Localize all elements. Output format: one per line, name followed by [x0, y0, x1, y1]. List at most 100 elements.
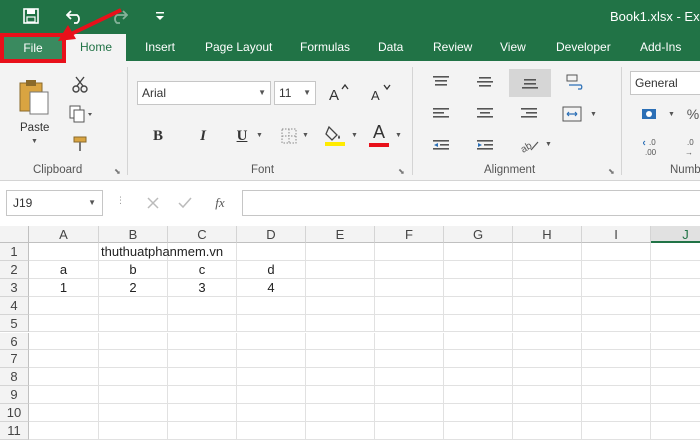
tab-developer[interactable]: Developer — [556, 34, 611, 61]
cell-d10[interactable] — [237, 404, 306, 422]
row-header-7[interactable]: 7 — [0, 350, 29, 369]
cell-f2[interactable] — [375, 260, 444, 279]
cell-d7[interactable] — [237, 350, 306, 369]
cell-e7[interactable] — [306, 350, 375, 369]
cell-h5[interactable] — [513, 314, 582, 333]
column-header-d[interactable]: D — [237, 226, 306, 243]
cell-a9[interactable] — [29, 386, 99, 405]
fill-color-icon[interactable] — [322, 121, 348, 149]
cell-j8[interactable] — [651, 368, 700, 387]
column-header-h[interactable]: H — [513, 226, 582, 243]
underline-button[interactable]: U — [232, 124, 252, 148]
cell-f9[interactable] — [375, 386, 444, 405]
undo-icon[interactable] — [64, 5, 86, 27]
cell-i1[interactable] — [582, 243, 651, 261]
column-header-i[interactable]: I — [582, 226, 651, 243]
cell-a1[interactable] — [29, 243, 99, 261]
cell-h2[interactable] — [513, 260, 582, 279]
cell-j3[interactable] — [651, 279, 700, 297]
cell-g4[interactable] — [444, 296, 513, 315]
paste-label[interactable]: Paste — [20, 122, 49, 134]
cell-e5[interactable] — [306, 314, 375, 333]
font-size-combo[interactable]: 11 ▼ — [274, 81, 316, 105]
underline-dropdown-icon[interactable]: ▼ — [256, 132, 263, 139]
cell-g9[interactable] — [444, 386, 513, 405]
align-right-icon[interactable] — [516, 103, 542, 125]
tab-view[interactable]: View — [500, 34, 526, 61]
accounting-dropdown-icon[interactable]: ▼ — [668, 111, 675, 118]
cell-j6[interactable] — [651, 333, 700, 351]
cell-b3[interactable]: 2 — [99, 278, 168, 297]
row-header-4[interactable]: 4 — [0, 296, 29, 315]
cell-g7[interactable] — [444, 350, 513, 369]
cancel-icon[interactable] — [142, 192, 164, 214]
column-header-f[interactable]: F — [375, 226, 444, 243]
cell-e10[interactable] — [306, 404, 375, 422]
cell-h6[interactable] — [513, 332, 582, 351]
cell-a4[interactable] — [29, 296, 99, 315]
italic-button[interactable]: I — [193, 124, 213, 148]
name-box[interactable]: J19 ▼ — [6, 190, 103, 216]
column-header-b[interactable]: B — [99, 226, 168, 243]
cell-c3[interactable]: 3 — [168, 278, 237, 297]
cell-f10[interactable] — [375, 404, 444, 422]
resize-handle-icon[interactable]: ⋮ — [116, 195, 125, 206]
column-header-g[interactable]: G — [444, 226, 513, 243]
cell-a5[interactable] — [29, 314, 99, 333]
wrap-text-icon[interactable] — [563, 71, 589, 93]
fill-color-dropdown-icon[interactable]: ▼ — [351, 132, 358, 139]
cell-d11[interactable] — [237, 422, 306, 440]
row-header-9[interactable]: 9 — [0, 386, 29, 405]
cell-e9[interactable] — [306, 386, 375, 405]
cell-i6[interactable] — [582, 332, 651, 351]
tab-page-layout[interactable]: Page Layout — [205, 34, 272, 61]
cell-a11[interactable] — [29, 422, 99, 440]
column-header-e[interactable]: E — [306, 226, 375, 243]
cell-d1[interactable] — [237, 243, 306, 261]
cell-b2[interactable]: b — [99, 260, 168, 279]
cell-a6[interactable] — [29, 332, 99, 351]
cell-c8[interactable] — [168, 368, 237, 387]
cell-h3[interactable] — [513, 278, 582, 297]
cell-e2[interactable] — [306, 260, 375, 279]
tab-data[interactable]: Data — [378, 34, 403, 61]
row-header-10[interactable]: 10 — [0, 404, 29, 422]
cell-j5[interactable] — [651, 315, 700, 333]
align-center-icon[interactable] — [472, 103, 498, 125]
top-align-icon[interactable] — [428, 71, 454, 93]
cell-c5[interactable] — [168, 314, 237, 333]
increase-font-size-icon[interactable]: A — [325, 81, 351, 105]
cell-c6[interactable] — [168, 332, 237, 351]
cell-i4[interactable] — [582, 296, 651, 315]
cell-g11[interactable] — [444, 422, 513, 440]
middle-align-icon[interactable] — [472, 71, 498, 93]
cell-i3[interactable] — [582, 278, 651, 297]
cell-e1[interactable] — [306, 243, 375, 261]
cell-c7[interactable] — [168, 350, 237, 369]
row-header-3[interactable]: 3 — [0, 278, 29, 297]
redo-icon[interactable] — [108, 5, 130, 27]
cell-f8[interactable] — [375, 368, 444, 387]
cell-g5[interactable] — [444, 314, 513, 333]
cell-d9[interactable] — [237, 386, 306, 405]
align-left-icon[interactable] — [428, 103, 454, 125]
cell-j11[interactable] — [651, 422, 700, 440]
cell-g2[interactable] — [444, 260, 513, 279]
cell-i5[interactable] — [582, 314, 651, 333]
cell-c10[interactable] — [168, 404, 237, 422]
bold-button[interactable]: B — [148, 124, 168, 148]
paste-dropdown-icon[interactable]: ▼ — [31, 138, 38, 145]
number-format-combo[interactable]: General — [630, 71, 700, 95]
insert-function-button[interactable]: fx — [208, 192, 232, 214]
format-painter-icon[interactable] — [68, 133, 92, 155]
cell-g8[interactable] — [444, 368, 513, 387]
cell-b1[interactable]: thuthuatphanmem.vn — [99, 243, 223, 261]
cell-i10[interactable] — [582, 404, 651, 422]
row-header-2[interactable]: 2 — [0, 260, 29, 279]
cell-b6[interactable] — [99, 332, 168, 351]
row-header-1[interactable]: 1 — [0, 243, 29, 261]
column-header-c[interactable]: C — [168, 226, 237, 243]
bottom-align-icon[interactable] — [509, 69, 551, 97]
cell-f4[interactable] — [375, 296, 444, 315]
cell-f1[interactable] — [375, 243, 444, 261]
